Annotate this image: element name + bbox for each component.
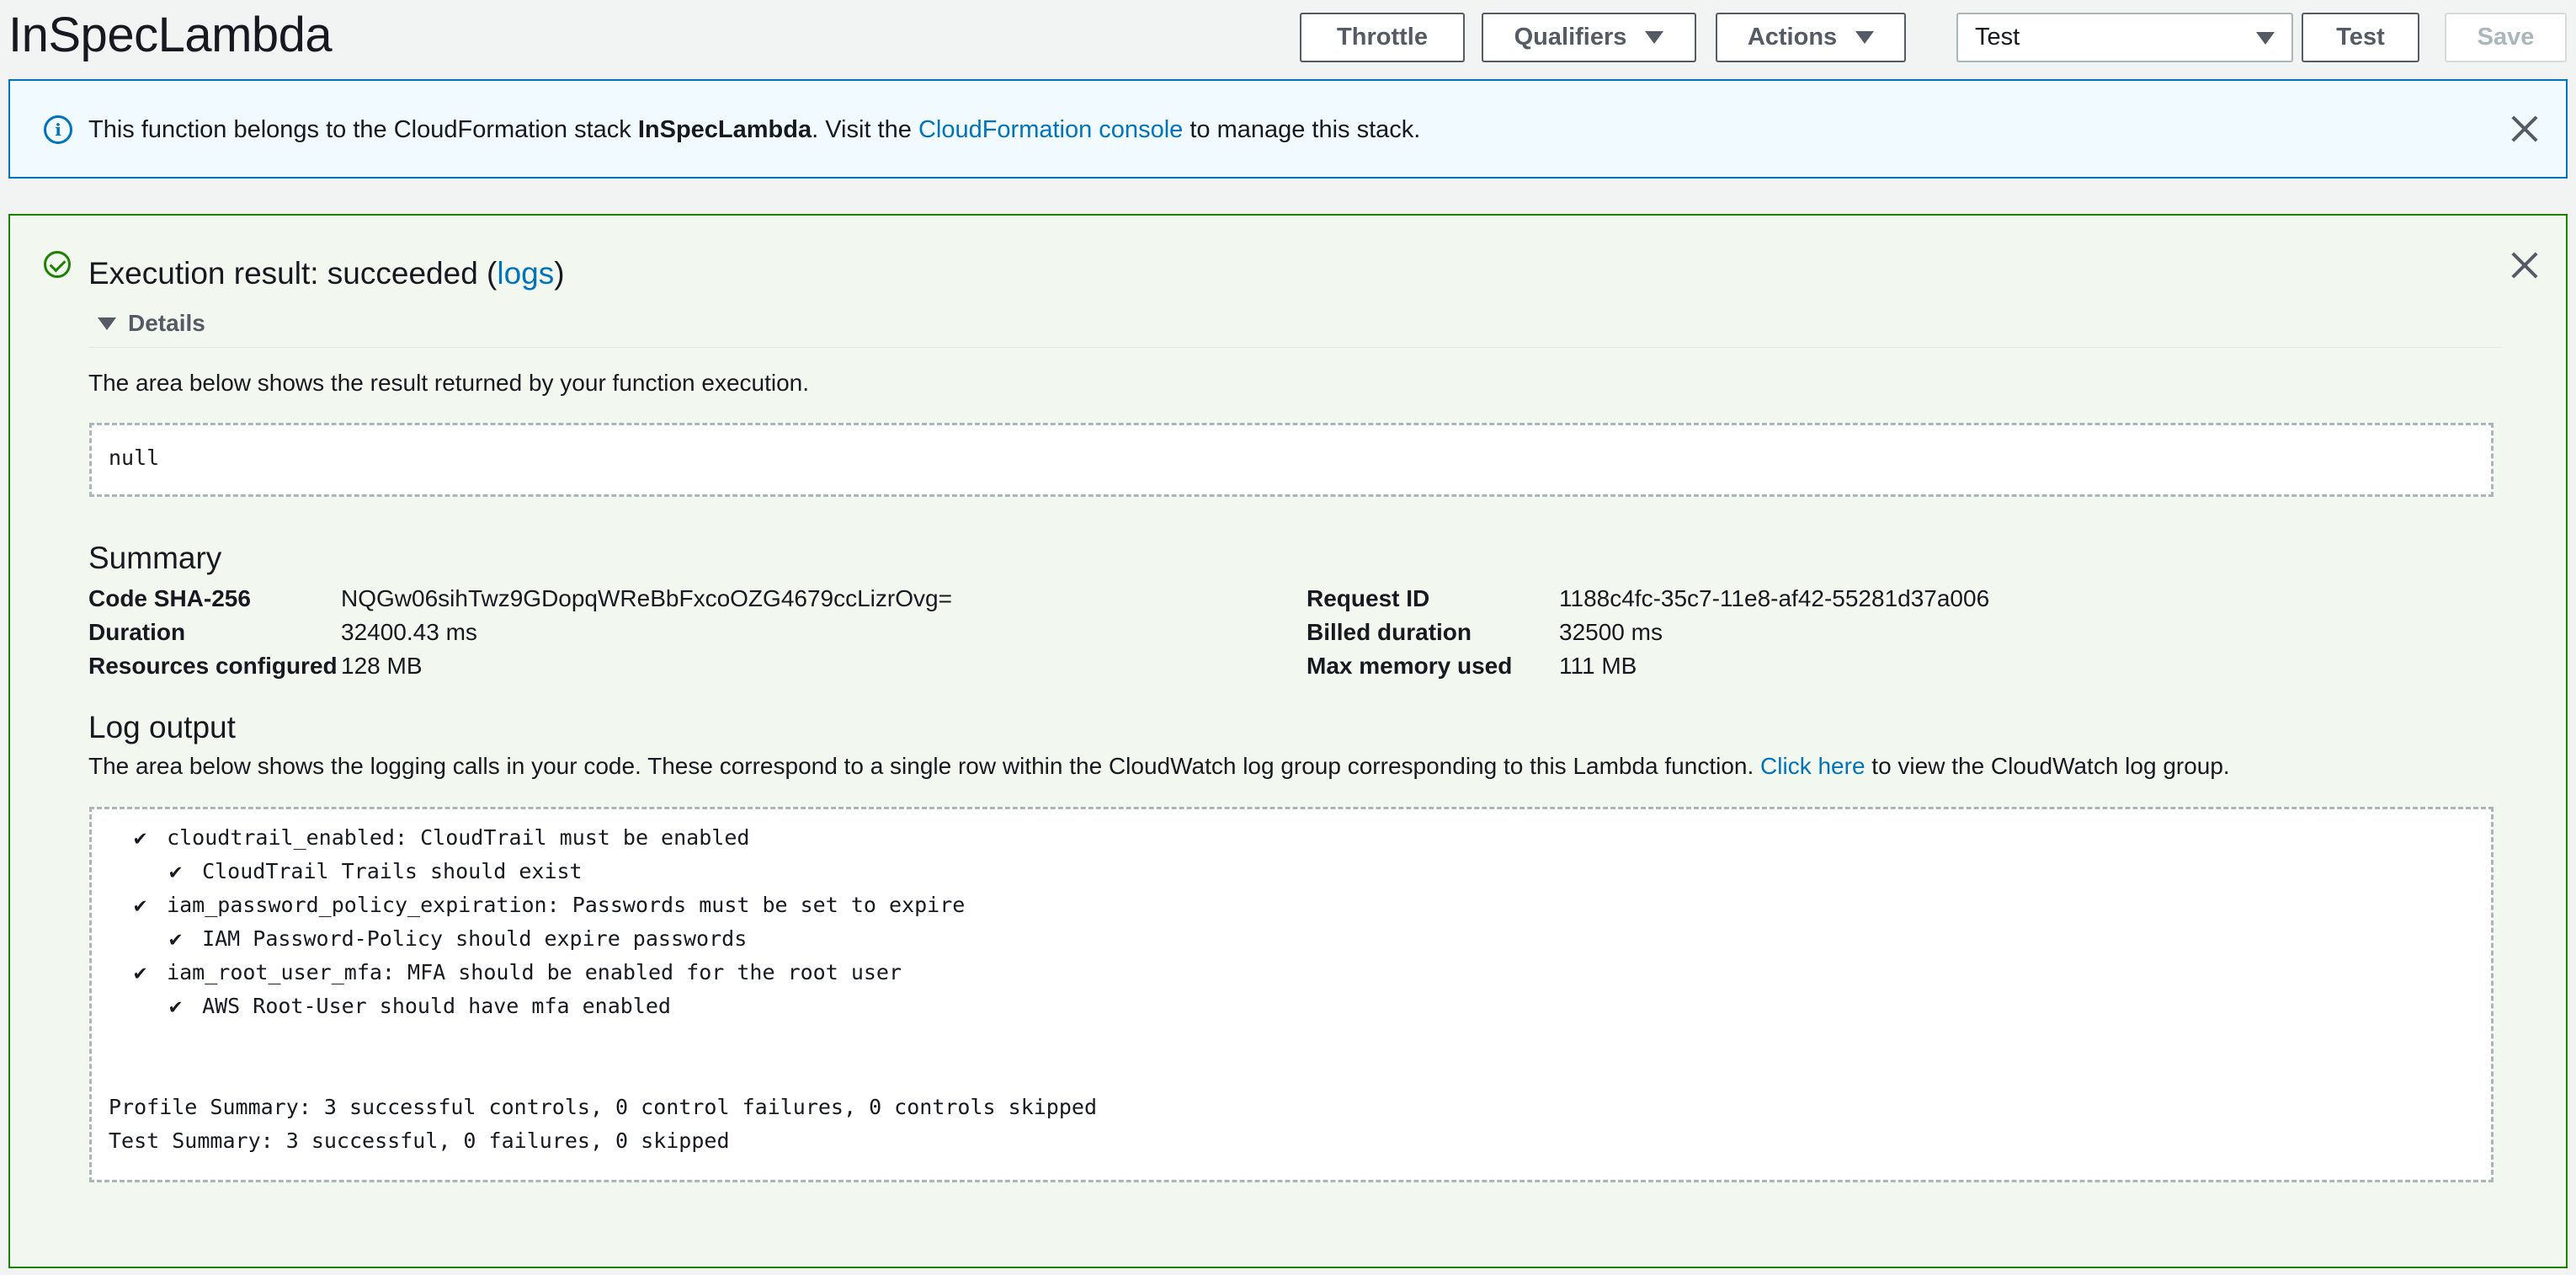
summary-value: 32400.43 ms [341,619,477,645]
check-icon: ✔ [169,859,183,883]
summary-row-max-memory: Max memory used 111 MB [1307,653,1637,680]
log-line-text: IAM Password-Policy should expire passwo… [202,926,748,951]
log-line-text: AWS Root-User should have mfa enabled [202,994,671,1018]
log-blank-line [109,1023,2474,1057]
log-line: ✔ iam_password_policy_expiration: Passwo… [109,888,2474,922]
caret-down-icon [2256,32,2275,45]
function-result-box: null [89,423,2494,497]
qualifiers-dropdown-button[interactable]: Qualifiers [1482,13,1696,62]
summary-label: Code SHA-256 [88,585,251,611]
log-line: ✔ cloudtrail_enabled: CloudTrail must be… [109,821,2474,855]
log-desc-before: The area below shows the logging calls i… [88,753,1761,779]
result-title-prefix: Execution result: succeeded ( [88,256,498,291]
function-result-value: null [109,445,160,470]
test-button[interactable]: Test [2302,13,2419,62]
divider [89,347,2502,348]
throttle-button[interactable]: Throttle [1300,13,1465,62]
details-label: Details [128,310,205,336]
summary-row-request-id: Request ID 1188c4fc-35c7-11e8-af42-55281d… [1307,585,1989,612]
info-text-before: This function belongs to the CloudFormat… [88,116,638,143]
result-title-suffix: ) [554,256,565,291]
summary-label: Request ID [1307,585,1430,611]
info-text-after: to manage this stack. [1183,116,1421,143]
caret-down-icon [1855,31,1875,44]
caret-down-icon [1645,31,1664,44]
test-event-selected-value: Test [1975,24,2020,51]
close-icon[interactable] [2510,115,2539,143]
summary-row-billed-duration: Billed duration 32500 ms [1307,619,1663,646]
summary-row-code-sha: Code SHA-256 NQGw06sihTwz9GDopqWReBbFxcoO… [88,585,952,612]
test-event-select[interactable]: Test [1956,13,2293,62]
summary-row-resources: Resources configured 128 MB [88,653,423,680]
summary-value: 128 MB [341,653,423,679]
close-icon[interactable] [2510,251,2539,280]
summary-label: Resources configured [88,653,338,679]
check-icon: ✔ [134,825,147,850]
success-check-icon [44,251,71,278]
log-line: ✔ AWS Root-User should have mfa enabled [109,990,2474,1023]
log-line: ✔ CloudTrail Trails should exist [109,855,2474,888]
summary-row-duration: Duration 32400.43 ms [88,619,477,646]
logs-link[interactable]: logs [497,256,554,291]
stack-name: InSpecLambda [637,116,812,143]
execution-result-title: Execution result: succeeded (logs) [88,256,565,291]
log-desc-after: to view the CloudWatch log group. [1865,753,2230,779]
info-text-middle: . Visit the [812,116,918,143]
summary-label: Billed duration [1307,619,1472,645]
result-description: The area below shows the result returned… [88,370,810,396]
check-icon: ✔ [134,893,147,917]
log-line-text: iam_root_user_mfa: MFA should be enabled… [167,960,902,984]
cloudformation-info-banner: i This function belongs to the CloudForm… [8,79,2568,179]
log-line: ✔ IAM Password-Policy should expire pass… [109,922,2474,956]
triangle-down-icon [98,317,116,330]
test-summary-line: Test Summary: 3 successful, 0 failures, … [109,1128,730,1153]
log-line-text: iam_password_policy_expiration: Password… [167,893,966,917]
summary-value: 111 MB [1559,653,1637,679]
log-output-box: ✔ cloudtrail_enabled: CloudTrail must be… [89,807,2494,1182]
summary-label: Max memory used [1307,653,1513,679]
save-button-label: Save [2477,24,2535,51]
check-icon: ✔ [169,994,183,1018]
check-icon: ✔ [169,926,183,951]
log-output-description: The area below shows the logging calls i… [88,753,2230,780]
info-icon: i [44,115,72,144]
log-line: ✔ iam_root_user_mfa: MFA should be enabl… [109,956,2474,990]
log-line-text: CloudTrail Trails should exist [202,859,583,883]
log-output-title: Log output [88,710,236,744]
profile-summary-line: Profile Summary: 3 successful controls, … [109,1095,1097,1119]
test-button-label: Test [2336,24,2385,51]
function-header: InSpecLambda Throttle Qualifiers Actions… [0,0,2576,74]
check-icon: ✔ [134,960,147,984]
summary-value: 32500 ms [1559,619,1663,645]
summary-title: Summary [88,541,222,575]
actions-button-label: Actions [1747,24,1838,51]
actions-dropdown-button[interactable]: Actions [1716,13,1906,62]
throttle-button-label: Throttle [1337,24,1428,51]
qualifiers-button-label: Qualifiers [1514,24,1627,51]
cloudwatch-click-here-link[interactable]: Click here [1760,753,1865,779]
function-name-title: InSpecLambda [8,8,333,62]
execution-result-panel: Execution result: succeeded (logs) Detai… [8,214,2568,1268]
summary-value: NQGw06sihTwz9GDopqWReBbFxcoOZG4679ccLizr… [341,585,952,611]
summary-label: Duration [88,619,186,645]
cloudformation-console-link[interactable]: CloudFormation console [918,116,1183,143]
save-button[interactable]: Save [2445,13,2567,62]
summary-value: 1188c4fc-35c7-11e8-af42-55281d37a006 [1559,585,1990,611]
log-blank-line [109,1057,2474,1091]
log-line-text: cloudtrail_enabled: CloudTrail must be e… [167,825,750,850]
info-banner-text: This function belongs to the CloudFormat… [88,116,1420,144]
details-toggle[interactable]: Details [98,310,205,337]
